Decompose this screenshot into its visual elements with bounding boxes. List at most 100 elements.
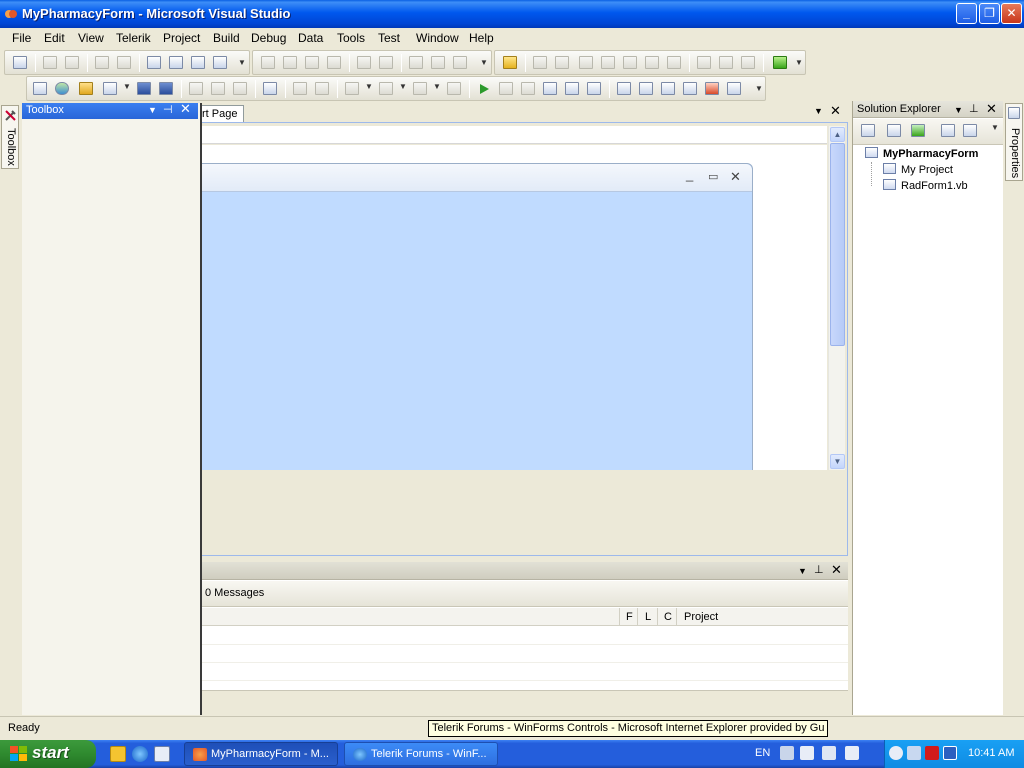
quicklaunch-ie-icon[interactable] (132, 746, 148, 762)
active-files-icon[interactable]: ▼ (814, 106, 823, 116)
table-icon[interactable] (283, 56, 297, 69)
form-copy-icon[interactable] (117, 56, 131, 69)
dropdown-arrow-icon[interactable]: ▼ (123, 82, 131, 91)
quicklaunch-desktop-icon[interactable] (154, 746, 170, 762)
view-designer-icon[interactable] (963, 124, 977, 137)
step-into-icon[interactable] (543, 82, 557, 95)
save-all-icon[interactable] (159, 82, 173, 95)
auto-hide-pin-icon[interactable]: ⊣ (163, 103, 173, 116)
clock[interactable]: 10:41 AM (968, 747, 1014, 759)
scroll-up-icon[interactable]: ▲ (830, 127, 845, 142)
menu-edit[interactable]: Edit (44, 31, 65, 45)
navigate-forward-icon[interactable] (447, 82, 461, 95)
toolbar-options-icon[interactable]: ▼ (795, 58, 803, 67)
tree-node-my-project[interactable]: My Project (883, 163, 953, 176)
new-project-icon[interactable] (33, 82, 47, 95)
menu-file[interactable]: File (12, 31, 31, 45)
rad-form-title-bar[interactable]: _ ▭ ✕ (202, 164, 752, 192)
column-line[interactable]: L (645, 611, 651, 623)
start-debugging-icon[interactable] (477, 82, 491, 96)
designer-vertical-scrollbar[interactable]: ▲ ▼ (828, 126, 845, 470)
pause-icon[interactable] (499, 82, 513, 95)
taskbar-visual-studio[interactable]: MyPharmacyForm - M... (184, 742, 338, 766)
antivirus-icon[interactable] (925, 746, 939, 760)
settings-form-icon[interactable] (213, 56, 227, 69)
auto-hide-pin-icon[interactable]: ⊥ (969, 102, 979, 115)
menu-build[interactable]: Build (213, 31, 240, 45)
menu-view[interactable]: View (78, 31, 104, 45)
object-browser-icon[interactable] (683, 82, 697, 95)
menu-telerik[interactable]: Telerik (116, 31, 151, 45)
solution-explorer-icon[interactable] (639, 82, 653, 95)
stop-icon[interactable] (521, 82, 535, 95)
step-over-icon[interactable] (565, 82, 579, 95)
close-pane-icon[interactable]: ✕ (831, 562, 842, 578)
restore-button[interactable]: ❐ (979, 3, 1000, 24)
show-all-files-icon[interactable] (887, 124, 901, 137)
toolbox-tab[interactable]: Toolbox (1, 105, 19, 169)
form-icon[interactable] (95, 56, 109, 69)
export-icon[interactable] (697, 56, 711, 69)
tree-node-radform1[interactable]: RadForm1.vb (883, 179, 968, 192)
auto-hide-pin-icon[interactable]: ⊥ (814, 563, 824, 576)
quicklaunch-outlook-icon[interactable] (110, 746, 126, 762)
web-site-icon[interactable] (55, 82, 69, 95)
window-position-icon[interactable]: ▼ (954, 105, 963, 115)
toolbar-options-icon[interactable]: ▼ (480, 58, 488, 67)
check-green-icon[interactable] (773, 56, 787, 69)
step-out-icon[interactable] (587, 82, 601, 95)
network-icon[interactable] (907, 746, 921, 760)
cut-icon[interactable] (189, 82, 203, 95)
redo-icon[interactable] (379, 82, 393, 95)
minimize-button[interactable]: _ (956, 3, 977, 24)
menu-tools[interactable]: Tools (337, 31, 365, 45)
rad-form-designer[interactable]: _ ▭ ✕ (202, 163, 753, 489)
refresh-icon[interactable] (667, 56, 681, 69)
rad-form-close-icon[interactable]: ✕ (730, 169, 741, 185)
rad-form-maximize-icon[interactable]: ▭ (708, 170, 718, 183)
toolbox-icon[interactable] (705, 82, 719, 95)
menu-window[interactable]: Window (416, 31, 459, 45)
add-class-icon[interactable] (169, 56, 183, 69)
start-page-icon[interactable] (727, 82, 741, 95)
scroll-down-icon[interactable]: ▼ (830, 454, 845, 469)
scrollbar-thumb[interactable] (830, 143, 845, 346)
uncomment-icon[interactable] (315, 82, 329, 95)
column-file[interactable]: F (626, 611, 633, 623)
pen-icon[interactable] (780, 746, 794, 760)
menu-help[interactable]: Help (469, 31, 494, 45)
results-icon[interactable] (327, 56, 341, 69)
properties-tab[interactable]: Properties (1005, 103, 1023, 181)
toolbar-options-icon[interactable]: ▼ (991, 123, 999, 132)
properties-window-icon[interactable] (661, 82, 675, 95)
folder-yellow-icon[interactable] (503, 56, 517, 69)
toolbox-header[interactable]: Toolbox ▼ ⊣ ✕ (22, 101, 198, 119)
paste-icon[interactable] (233, 82, 247, 95)
taskbar-internet-explorer[interactable]: Telerik Forums - WinF... (344, 742, 498, 766)
column-project[interactable]: Project (684, 611, 718, 623)
group-by-icon[interactable] (431, 56, 445, 69)
window-position-icon[interactable]: ▼ (798, 566, 807, 576)
messages-filter-button[interactable]: 0 Messages (205, 587, 264, 599)
arrow-right-icon[interactable] (43, 56, 57, 69)
menu-project[interactable]: Project (163, 31, 200, 45)
show-hidden-icons-icon[interactable] (889, 746, 903, 760)
new-project-icon[interactable] (13, 56, 27, 69)
find-in-files-icon[interactable] (617, 82, 631, 95)
redo-icon[interactable] (645, 56, 659, 69)
undo-icon[interactable] (623, 56, 637, 69)
navigate-back-dropdown-icon[interactable]: ▼ (433, 82, 441, 91)
find-icon[interactable] (263, 82, 277, 95)
undo-dropdown-icon[interactable]: ▼ (365, 82, 373, 91)
close-pane-icon[interactable]: ✕ (986, 101, 997, 117)
verify-sql-icon[interactable] (379, 56, 393, 69)
menu-data[interactable]: Data (298, 31, 323, 45)
close-pane-icon[interactable]: ✕ (180, 101, 191, 117)
grid-icon[interactable] (191, 56, 205, 69)
comment-icon[interactable] (293, 82, 307, 95)
rad-form-minimize-icon[interactable]: _ (686, 167, 693, 182)
filter-icon[interactable] (409, 56, 423, 69)
view-code-icon[interactable] (941, 124, 955, 137)
add-table-icon[interactable] (453, 56, 467, 69)
navigate-back-icon[interactable] (413, 82, 427, 95)
